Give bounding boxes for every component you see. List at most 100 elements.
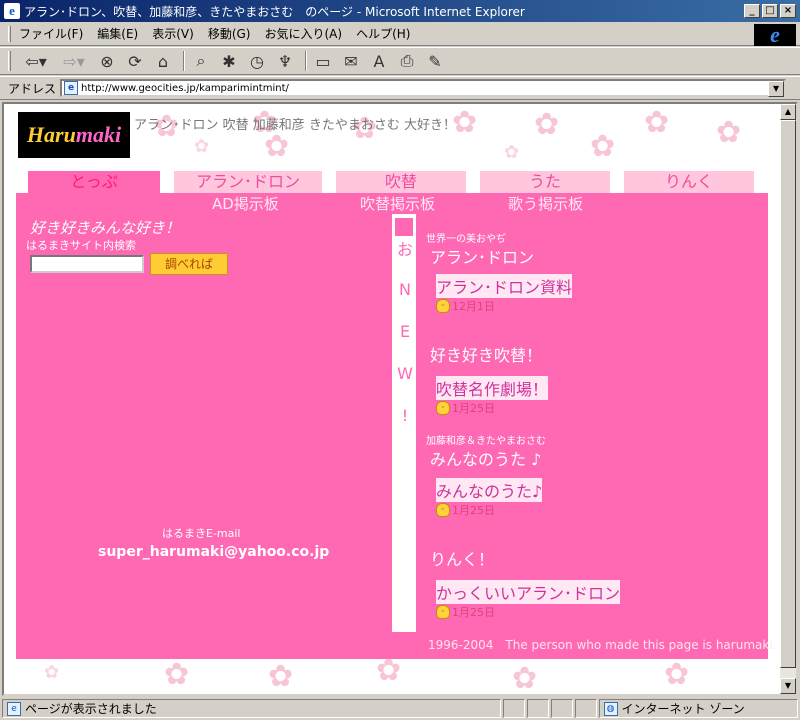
address-dropdown-icon[interactable]: ▼ (768, 81, 785, 97)
maximize-button[interactable]: □ (762, 4, 778, 18)
tab-songs[interactable]: うた (480, 171, 610, 193)
browser-viewport: ✿ ✿ ✿ ✿ ✿ ✿ ✿ ✿ ✿ ✿ ✿ ✿ ✿ ✿ ✿ ✿ ✿ ✿ ✿ ✿ … (2, 102, 798, 696)
news-title: りんく！ (430, 550, 495, 569)
left-panel: 好き好きみんな好き！ はるまきサイト内検索 調べれば はるまきE-mail su… (16, 193, 392, 633)
news-kicker: 世界一の美おやぢ (426, 234, 506, 245)
fullscreen-icon[interactable]: ▭ (311, 50, 335, 72)
news-link[interactable]: かっくいいアラン･ドロン (436, 580, 621, 604)
status-text: ページが表示されました (25, 702, 157, 716)
tab-top[interactable]: とっぷ (28, 171, 160, 193)
news-link[interactable]: アラン･ドロン資料 (436, 274, 573, 298)
news-header: 加藤和彦＆きたやまおさむ みんなのうた ♪ (416, 430, 768, 469)
minimize-button[interactable]: _ (744, 4, 760, 18)
new-char: W (397, 364, 413, 383)
sakura-icon: ✿ (644, 105, 670, 140)
close-button[interactable]: × (780, 4, 796, 18)
logo-text-1: Haru (26, 122, 76, 147)
web-page: ✿ ✿ ✿ ✿ ✿ ✿ ✿ ✿ ✿ ✿ ✿ ✿ ✿ ✿ ✿ ✿ ✿ ✿ ✿ ✿ … (4, 104, 778, 694)
sakura-icon: ✿ (264, 129, 290, 164)
zone-indicator: ◍ インターネット ゾーン (598, 699, 798, 718)
search-button[interactable]: 調べれば (150, 253, 228, 275)
sakura-icon: ✿ (664, 657, 690, 692)
address-input[interactable] (81, 82, 762, 94)
search-input[interactable] (30, 255, 144, 273)
forward-icon[interactable]: ⇨▾ (57, 50, 91, 72)
news-kicker: 加藤和彦＆きたやまおさむ (426, 436, 546, 447)
tab-links[interactable]: りんく (624, 171, 754, 193)
stop-icon[interactable]: ⊗ (95, 50, 119, 72)
favorites-icon[interactable]: ✱ (217, 50, 241, 72)
sakura-icon: ✿ (504, 142, 520, 163)
status-cell (526, 699, 549, 718)
status-bar: e ページが表示されました ◍ インターネット ゾーン (0, 697, 800, 720)
toolbar-separator (183, 51, 185, 71)
bunny-icon: ᵕ (436, 605, 450, 619)
tab-alain-delon[interactable]: アラン･ドロン (174, 171, 322, 193)
channels-icon[interactable]: ♆ (273, 50, 297, 72)
news-title: みんなのうた ♪ (430, 450, 542, 469)
back-icon[interactable]: ⇦▾ (19, 50, 53, 72)
menu-edit[interactable]: 編集(E) (97, 25, 138, 42)
vertical-scrollbar[interactable]: ▲ ▼ (780, 104, 796, 694)
sakura-icon: ✿ (44, 662, 60, 683)
left-panel-title: 好き好きみんな好き！ (30, 219, 181, 237)
email-link[interactable]: super_harumaki@yahoo.co.jp (98, 544, 329, 560)
sakura-icon: ✿ (534, 107, 560, 142)
news-date-text: 1月25日 (452, 504, 495, 517)
news-date-text: 1月25日 (452, 402, 495, 415)
window-title: アラン･ドロン、吹替、加藤和彦、きたやまおさむ のページ - Microsoft… (24, 4, 525, 19)
edit-icon[interactable]: ✎ (423, 50, 447, 72)
status-cell (502, 699, 525, 718)
address-label: アドレス (8, 81, 57, 96)
toolbar-separator (305, 51, 307, 71)
scroll-up-icon[interactable]: ▲ (780, 104, 796, 120)
menu-favorites[interactable]: お気に入り(A) (264, 25, 342, 42)
news-date: ᵕ 1月25日 (436, 502, 495, 518)
menu-help[interactable]: ヘルプ(H) (356, 25, 410, 42)
history-icon[interactable]: ◷ (245, 50, 269, 72)
ie-icon: e (4, 3, 20, 19)
toolbar-grip (8, 51, 11, 71)
sakura-icon: ✿ (268, 659, 294, 694)
menu-grip (8, 25, 11, 42)
toolbar: ⇦▾ ⇨▾ ⊗ ⟳ ⌂ ⌕ ✱ ◷ ♆ ▭ ✉ A ⎙ ✎ (0, 47, 800, 75)
menu-view[interactable]: 表示(V) (152, 25, 194, 42)
subnav-song-bbs[interactable]: 歌う掲示板 (508, 193, 583, 214)
sakura-icon: ✿ (164, 657, 190, 692)
mail-icon[interactable]: ✉ (339, 50, 363, 72)
home-icon[interactable]: ⌂ (151, 50, 175, 72)
news-title: アラン･ドロン (430, 248, 535, 267)
font-icon[interactable]: A (367, 50, 391, 72)
news-link[interactable]: 吹替名作劇場！ (436, 376, 549, 400)
news-date: ᵕ 12月1日 (436, 298, 495, 314)
address-box[interactable]: e ▼ (60, 79, 787, 97)
news-date: ᵕ 1月25日 (436, 400, 495, 416)
scroll-down-icon[interactable]: ▼ (780, 678, 796, 694)
new-char: お (396, 240, 413, 259)
search-icon[interactable]: ⌕ (189, 50, 213, 72)
news-header: 好き好き吹替！ (416, 328, 768, 366)
news-date-text: 1月25日 (452, 606, 495, 619)
sakura-icon: ✿ (194, 136, 210, 157)
zone-text: インターネット ゾーン (621, 702, 745, 716)
new-char: N (399, 280, 411, 299)
scroll-thumb[interactable] (780, 120, 796, 668)
email-label: はるまきE-mail (162, 527, 241, 540)
menu-file[interactable]: ファイル(F) (19, 25, 83, 42)
news-header: りんく！ (416, 530, 768, 569)
sakura-icon: ✿ (376, 653, 402, 688)
news-date-text: 12月1日 (452, 300, 495, 313)
new-marker (395, 218, 413, 236)
bunny-icon: ᵕ (436, 299, 450, 313)
bunny-icon: ᵕ (436, 503, 450, 517)
refresh-icon[interactable]: ⟳ (123, 50, 147, 72)
globe-icon: ◍ (603, 701, 618, 716)
sakura-icon: ✿ (512, 661, 538, 694)
site-logo[interactable]: Haru maki (18, 112, 130, 158)
news-link[interactable]: みんなのうた♪ (436, 478, 543, 502)
news-date: ᵕ 1月25日 (436, 604, 495, 620)
menu-go[interactable]: 移動(G) (208, 25, 251, 42)
page-icon: e (7, 701, 21, 716)
print-icon[interactable]: ⎙ (395, 50, 419, 72)
tab-dubbing[interactable]: 吹替 (336, 171, 466, 193)
